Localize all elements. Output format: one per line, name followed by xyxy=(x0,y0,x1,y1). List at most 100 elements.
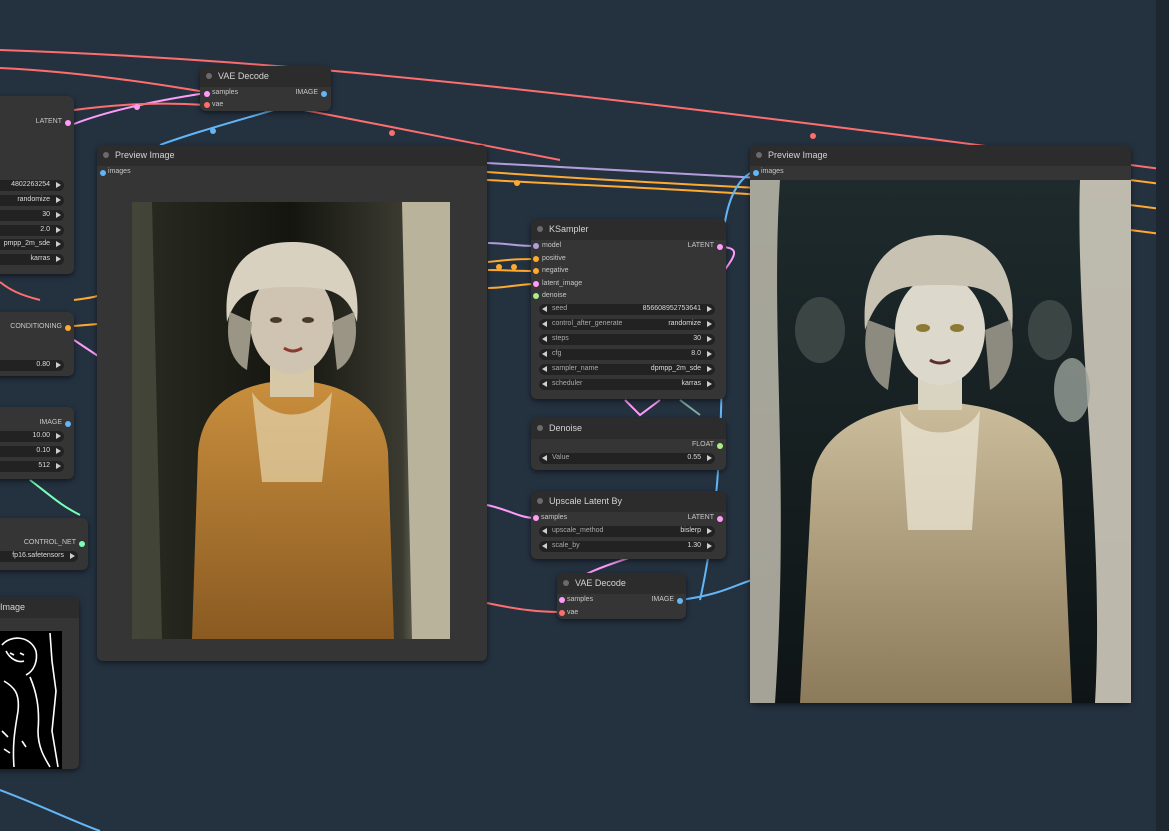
resolution-widget[interactable]: 512 xyxy=(0,461,64,472)
latent-output-pin[interactable] xyxy=(65,120,71,126)
increment-arrow-icon xyxy=(56,463,61,469)
collapse-dot-icon[interactable] xyxy=(563,580,569,586)
denoise-input-label: denoise xyxy=(542,292,567,299)
link-vae-bottom xyxy=(486,602,562,613)
vae-input-pin[interactable] xyxy=(204,102,210,108)
increment-arrow-icon xyxy=(56,197,61,203)
collapse-dot-icon[interactable] xyxy=(537,226,543,232)
model-name-widget[interactable]: fp16.safetensors xyxy=(0,551,78,562)
control-widget[interactable]: randomize xyxy=(0,195,64,206)
steps-widget[interactable]: 30 xyxy=(0,210,64,221)
latent-output-label: LATENT xyxy=(687,514,714,521)
model-input-pin[interactable] xyxy=(533,243,539,249)
preview-image-node-left-partial[interactable]: Image xyxy=(0,597,79,769)
controlnet-loader-node-left-partial[interactable]: CONTROL_NET fp16.safetensors xyxy=(0,518,88,570)
control-after-generate-widget[interactable]: control_after_generate randomize xyxy=(539,319,715,330)
strength-widget[interactable]: 0.80 xyxy=(0,360,64,371)
increment-arrow-icon xyxy=(707,336,712,342)
images-input-pin[interactable] xyxy=(100,170,106,176)
collapse-dot-icon[interactable] xyxy=(756,152,762,158)
canny-edge-image xyxy=(0,631,62,769)
cfg-widget[interactable]: 2.0 xyxy=(0,225,64,236)
ksampler-node[interactable]: KSampler model positive negative latent_… xyxy=(531,219,726,399)
sampler-name-widget[interactable]: sampler_name dpmpp_2m_sde xyxy=(539,364,715,375)
low-threshold-widget[interactable]: 10.00 xyxy=(0,431,64,442)
positive-input-pin[interactable] xyxy=(533,256,539,262)
node-title[interactable]: KSampler xyxy=(531,219,726,240)
node-title[interactable]: Upscale Latent By xyxy=(531,491,726,512)
link-cond-2 xyxy=(486,179,761,196)
link-cond-1 xyxy=(486,171,761,189)
denoise-input-pin[interactable] xyxy=(533,293,539,299)
samples-input-label: samples xyxy=(212,89,239,96)
samples-input-pin[interactable] xyxy=(533,515,539,521)
denoise-node[interactable]: Denoise FLOAT Value 0.55 xyxy=(531,418,726,470)
conditioning-node-left-partial[interactable]: CONDITIONING 0.80 xyxy=(0,312,74,376)
link-teal xyxy=(679,399,701,416)
node-title[interactable]: Preview Image xyxy=(97,145,487,166)
link-neg xyxy=(487,269,536,272)
increment-arrow-icon xyxy=(56,362,61,368)
canny-node-left-partial[interactable]: IMAGE 10.00 0.10 512 xyxy=(0,407,74,479)
decrement-arrow-icon xyxy=(542,455,547,461)
sampler-widget[interactable]: pmpp_2m_sde xyxy=(0,239,64,250)
decrement-arrow-icon xyxy=(542,528,547,534)
conditioning-output-pin[interactable] xyxy=(65,325,71,331)
cfg-widget[interactable]: cfg 8.0 xyxy=(539,349,715,360)
link-pos xyxy=(487,258,536,263)
float-output-pin[interactable] xyxy=(717,443,723,449)
latent-output-pin[interactable] xyxy=(717,516,723,522)
steps-widget[interactable]: steps 30 xyxy=(539,334,715,345)
control-net-output-pin[interactable] xyxy=(79,541,85,547)
negative-input-pin[interactable] xyxy=(533,268,539,274)
scheduler-widget[interactable]: karras xyxy=(0,254,64,265)
latent-output-label: LATENT xyxy=(687,242,714,249)
link-model-ks xyxy=(487,242,536,247)
scheduler-widget[interactable]: scheduler karras xyxy=(539,379,715,390)
vae-decode-node-bottom[interactable]: VAE Decode samples vae IMAGE xyxy=(557,573,686,619)
control-net-output-label: CONTROL_NET xyxy=(23,539,76,546)
upscale-latent-by-node[interactable]: Upscale Latent By samples LATENT upscale… xyxy=(531,491,726,559)
vae-input-pin[interactable] xyxy=(559,610,565,616)
decrement-arrow-icon xyxy=(542,366,547,372)
preview-output-image xyxy=(750,180,1131,703)
images-input-pin[interactable] xyxy=(753,170,759,176)
increment-arrow-icon xyxy=(707,366,712,372)
node-title[interactable]: Denoise xyxy=(531,418,726,439)
increment-arrow-icon xyxy=(56,433,61,439)
node-title[interactable]: Preview Image xyxy=(750,145,1131,166)
scale-by-widget[interactable]: scale_by 1.30 xyxy=(539,541,715,552)
preview-image-node-1[interactable]: Preview Image images xyxy=(97,145,487,661)
decrement-arrow-icon xyxy=(542,336,547,342)
latent-image-input-pin[interactable] xyxy=(533,281,539,287)
latent-output-label: LATENT xyxy=(35,118,62,125)
increment-arrow-icon xyxy=(56,241,61,247)
upscale-method-widget[interactable]: upscale_method bislerp xyxy=(539,526,715,537)
right-edge-panel xyxy=(1156,0,1169,831)
high-threshold-widget[interactable]: 0.10 xyxy=(0,446,64,457)
node-title[interactable]: Image xyxy=(0,597,79,618)
node-title[interactable]: VAE Decode xyxy=(557,573,686,594)
seed-widget[interactable]: 4802263254 xyxy=(0,180,64,191)
collapse-dot-icon[interactable] xyxy=(537,498,543,504)
preview-image-node-2[interactable]: Preview Image images xyxy=(750,145,1131,703)
samples-input-pin[interactable] xyxy=(204,91,210,97)
increment-arrow-icon xyxy=(56,212,61,218)
value-widget[interactable]: Value 0.55 xyxy=(539,453,715,464)
ksampler-node-left-partial[interactable]: LATENT 4802263254 randomize 30 2.0 pmpp_… xyxy=(0,96,74,274)
image-output-pin[interactable] xyxy=(677,598,683,604)
image-output-pin[interactable] xyxy=(321,91,327,97)
vae-input-label: vae xyxy=(212,101,224,108)
latent-output-pin[interactable] xyxy=(717,244,723,250)
link-blue-bottom xyxy=(0,789,101,831)
seed-widget[interactable]: seed 856608952753641 xyxy=(539,304,715,315)
collapse-dot-icon[interactable] xyxy=(206,73,212,79)
node-title[interactable]: VAE Decode xyxy=(200,66,331,87)
image-output-pin[interactable] xyxy=(65,421,71,427)
collapse-dot-icon[interactable] xyxy=(103,152,109,158)
image-output-label: IMAGE xyxy=(295,89,318,96)
samples-input-pin[interactable] xyxy=(559,597,565,603)
link-red-left xyxy=(0,281,41,301)
collapse-dot-icon[interactable] xyxy=(537,425,543,431)
vae-decode-node-top[interactable]: VAE Decode samples vae IMAGE xyxy=(200,66,331,111)
